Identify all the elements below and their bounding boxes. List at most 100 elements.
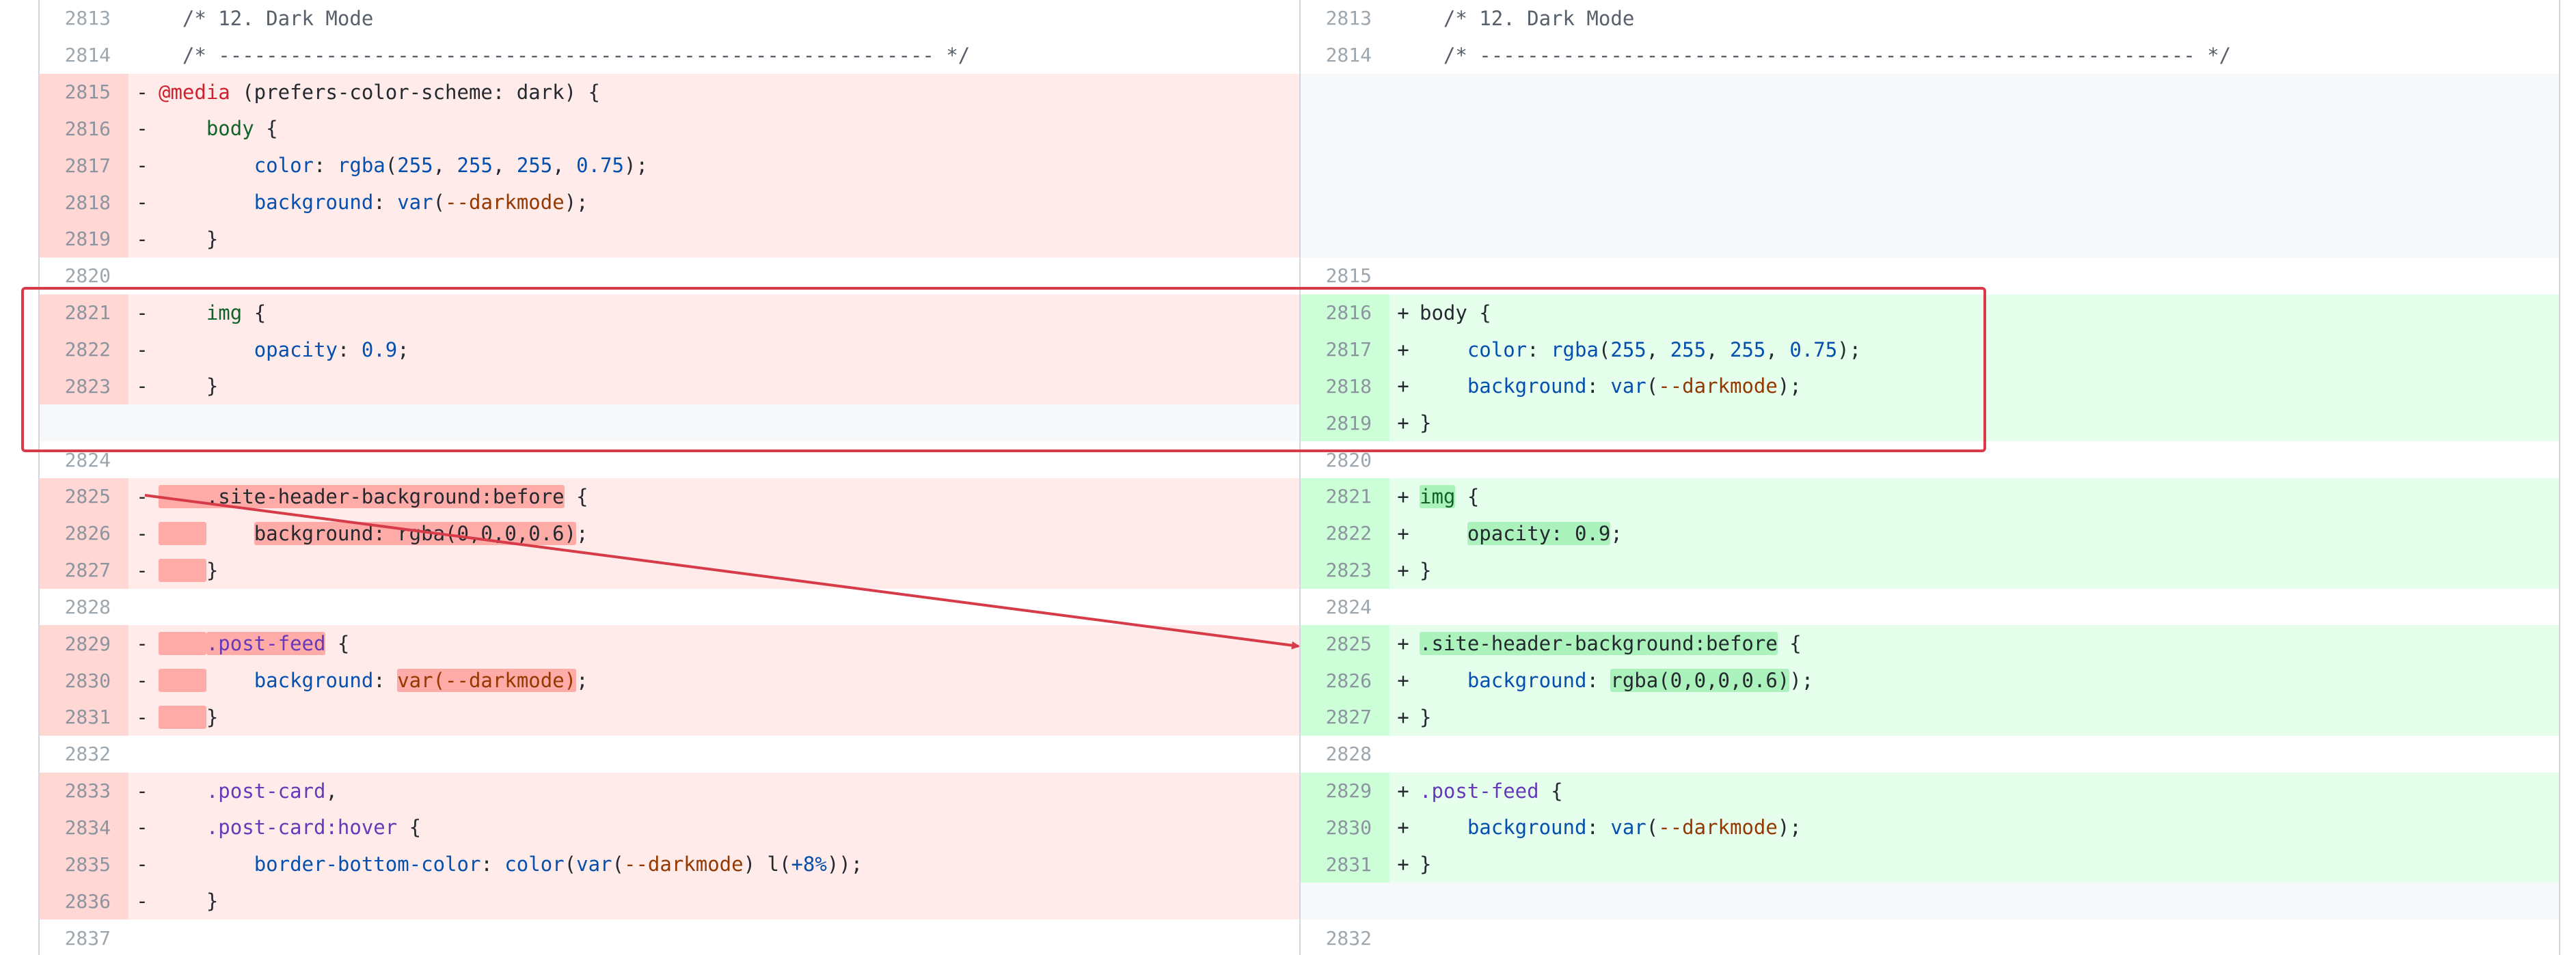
code-line: color: rgba(255, 255, 255, 0.75); xyxy=(1417,338,1861,361)
line-number[interactable]: 2817 xyxy=(40,147,128,184)
line-number[interactable]: 2824 xyxy=(40,441,128,478)
line-number[interactable]: 2832 xyxy=(40,736,128,773)
addition-marker: + xyxy=(1397,337,1409,361)
code-line: body { xyxy=(1417,301,1491,324)
diff-line: 2817 + color: rgba(255, 255, 255, 0.75); xyxy=(1301,331,2559,368)
code-line: .post-feed { xyxy=(156,632,349,656)
deletion-marker: - xyxy=(136,191,148,214)
deletion-marker: - xyxy=(136,632,148,656)
code-line: } xyxy=(156,374,218,398)
line-number[interactable] xyxy=(1301,110,1389,148)
code-token: .post-card xyxy=(206,779,326,803)
line-number[interactable]: 2826 xyxy=(1301,662,1389,700)
line-number[interactable]: 2832 xyxy=(1301,919,1389,955)
line-number[interactable]: 2815 xyxy=(1301,258,1389,294)
code-token: : xyxy=(1586,816,1611,840)
line-number[interactable]: 2813 xyxy=(1301,0,1389,37)
line-number[interactable]: 2828 xyxy=(40,589,128,626)
line-number[interactable]: 2831 xyxy=(40,699,128,736)
line-number[interactable]: 2828 xyxy=(1301,736,1389,773)
code-line: @media (prefers-color-scheme: dark) { xyxy=(156,81,600,104)
line-number[interactable]: 2814 xyxy=(40,37,128,74)
line-number[interactable]: 2834 xyxy=(40,809,128,846)
line-number[interactable] xyxy=(1301,184,1389,221)
diff-line: 2831- } xyxy=(40,699,1299,736)
code-token: , xyxy=(1706,337,1731,361)
code-token: /* -------------------------------------… xyxy=(1443,43,2232,67)
code-token xyxy=(159,705,206,729)
line-number[interactable]: 2820 xyxy=(40,258,128,294)
code-token: --darkmode xyxy=(623,853,744,876)
line-number[interactable]: 2837 xyxy=(40,919,128,955)
diff-line: 2818- background: var(--darkmode); xyxy=(40,184,1299,221)
line-number[interactable]: 2820 xyxy=(1301,441,1389,478)
code-line: } xyxy=(156,705,218,729)
deletion-marker: - xyxy=(136,154,148,178)
line-number[interactable]: 2818 xyxy=(1301,368,1389,405)
line-number[interactable]: 2816 xyxy=(40,110,128,148)
addition-marker: + xyxy=(1397,484,1409,508)
line-number[interactable] xyxy=(1301,883,1389,920)
line-number[interactable]: 2813 xyxy=(40,0,128,37)
line-number[interactable] xyxy=(1301,147,1389,184)
code-token: /* 12. Dark Mode xyxy=(1443,6,1635,30)
line-number[interactable] xyxy=(1301,221,1389,258)
line-number[interactable]: 2829 xyxy=(40,625,128,663)
line-number[interactable] xyxy=(1301,73,1389,111)
addition-marker: + xyxy=(1397,705,1409,729)
code-token: --darkmode xyxy=(1658,816,1778,840)
deletion-marker: - xyxy=(136,301,148,324)
line-number[interactable]: 2822 xyxy=(1301,514,1389,552)
line-number[interactable]: 2829 xyxy=(1301,772,1389,809)
code-token: var xyxy=(397,191,433,214)
line-number[interactable]: 2821 xyxy=(1301,478,1389,515)
deletion-marker: - xyxy=(136,374,148,398)
code-line: .site-header-background:before { xyxy=(1417,632,1802,656)
code-token: { xyxy=(1467,301,1491,324)
line-number[interactable]: 2830 xyxy=(1301,809,1389,846)
code-token: var xyxy=(576,853,612,876)
line-number[interactable] xyxy=(40,404,128,442)
line-number[interactable]: 2816 xyxy=(1301,294,1389,331)
line-number[interactable]: 2817 xyxy=(1301,331,1389,368)
code-token: border-bottom-color xyxy=(254,853,481,876)
diff-line: 2821- img { xyxy=(40,294,1299,331)
line-number[interactable]: 2824 xyxy=(1301,589,1389,626)
deletion-marker: - xyxy=(136,853,148,876)
code-token: 0.75 xyxy=(1789,337,1838,361)
line-number[interactable]: 2830 xyxy=(40,662,128,700)
line-number[interactable]: 2819 xyxy=(40,221,128,258)
diff-line: 2823- } xyxy=(40,368,1299,405)
line-number[interactable]: 2819 xyxy=(1301,404,1389,442)
line-number[interactable]: 2822 xyxy=(40,331,128,368)
line-number[interactable]: 2814 xyxy=(1301,37,1389,74)
line-number[interactable]: 2821 xyxy=(40,294,128,331)
diff-line: 2834- .post-card:hover { xyxy=(40,809,1299,846)
line-number[interactable]: 2825 xyxy=(1301,625,1389,663)
line-number[interactable]: 2827 xyxy=(40,551,128,589)
line-number[interactable]: 2835 xyxy=(40,846,128,883)
line-number[interactable]: 2836 xyxy=(40,883,128,920)
deletion-marker: - xyxy=(136,558,148,582)
diff-line: 2827- } xyxy=(40,551,1299,589)
line-number[interactable]: 2826 xyxy=(40,514,128,552)
deletion-marker: - xyxy=(136,669,148,693)
line-number[interactable]: 2823 xyxy=(40,368,128,405)
addition-marker: + xyxy=(1397,521,1409,545)
line-number[interactable]: 2823 xyxy=(1301,551,1389,589)
code-token: ); xyxy=(1777,374,1802,398)
line-number[interactable]: 2815 xyxy=(40,73,128,111)
line-number[interactable]: 2825 xyxy=(40,478,128,515)
code-token: ); xyxy=(624,154,648,178)
code-token: background xyxy=(254,669,374,693)
diff-line: 2828 xyxy=(40,589,1299,626)
line-number[interactable]: 2831 xyxy=(1301,846,1389,883)
addition-marker: + xyxy=(1397,779,1409,803)
line-number[interactable]: 2827 xyxy=(1301,699,1389,736)
line-number[interactable]: 2818 xyxy=(40,184,128,221)
diff-line: 2817- color: rgba(255, 255, 255, 0.75); xyxy=(40,147,1299,184)
line-number[interactable]: 2833 xyxy=(40,772,128,809)
